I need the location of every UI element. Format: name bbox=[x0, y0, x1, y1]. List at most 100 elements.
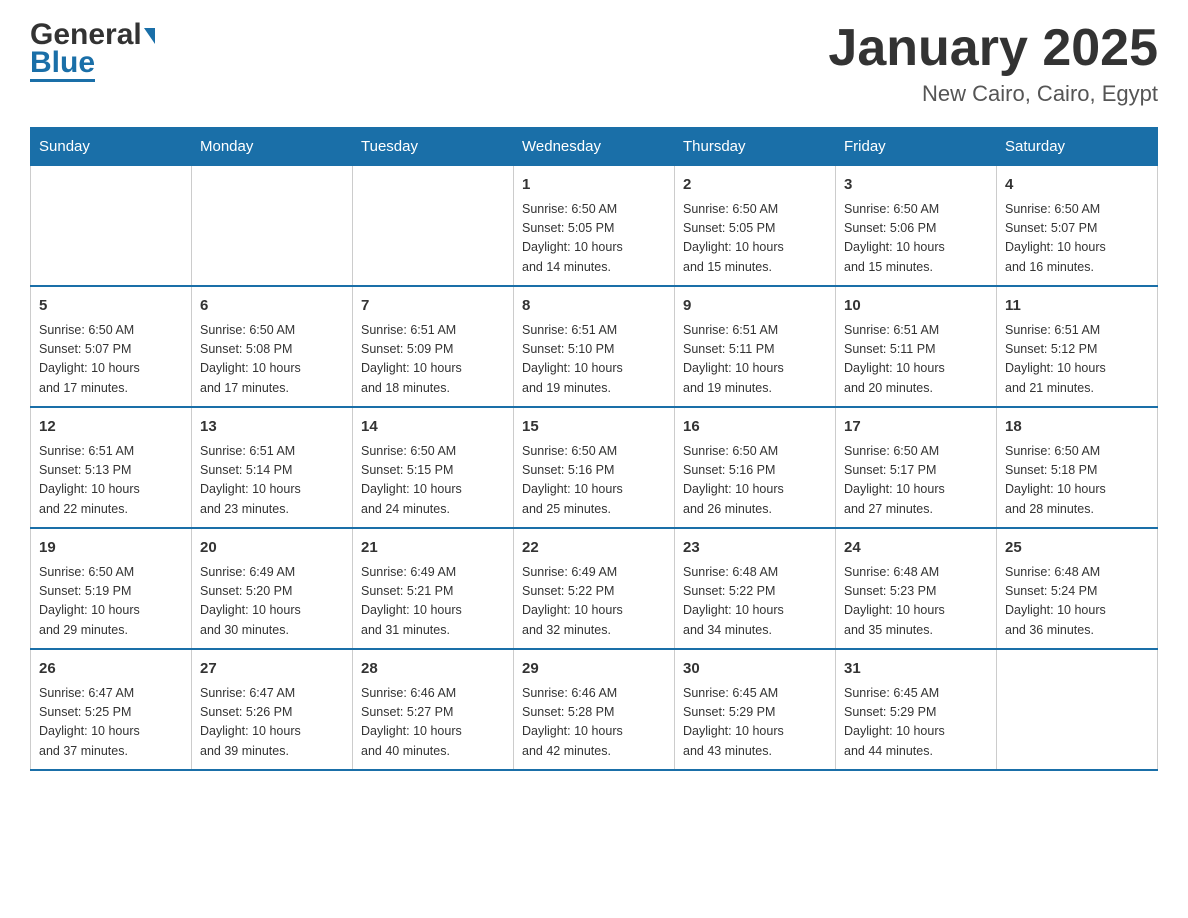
day-number: 29 bbox=[522, 658, 666, 681]
calendar-cell: 13 Sunrise: 6:51 AM Sunset: 5:14 PM Dayli… bbox=[192, 407, 353, 528]
week-row-5: 26 Sunrise: 6:47 AM Sunset: 5:25 PM Dayli… bbox=[31, 649, 1158, 770]
calendar-title: January 2025 bbox=[828, 20, 1158, 77]
day-number: 14 bbox=[361, 416, 505, 439]
day-info: Sunrise: 6:51 AM Sunset: 5:12 PM Dayligh… bbox=[1005, 321, 1149, 399]
day-number: 25 bbox=[1005, 537, 1149, 560]
day-of-week-sunday: Sunday bbox=[31, 128, 192, 166]
day-info: Sunrise: 6:50 AM Sunset: 5:19 PM Dayligh… bbox=[39, 563, 183, 641]
calendar-cell bbox=[353, 166, 514, 287]
day-info: Sunrise: 6:47 AM Sunset: 5:26 PM Dayligh… bbox=[200, 684, 344, 762]
day-number: 28 bbox=[361, 658, 505, 681]
calendar-cell: 6 Sunrise: 6:50 AM Sunset: 5:08 PM Daylig… bbox=[192, 286, 353, 407]
day-info: Sunrise: 6:50 AM Sunset: 5:15 PM Dayligh… bbox=[361, 442, 505, 520]
day-number: 30 bbox=[683, 658, 827, 681]
day-info: Sunrise: 6:50 AM Sunset: 5:17 PM Dayligh… bbox=[844, 442, 988, 520]
day-info: Sunrise: 6:51 AM Sunset: 5:13 PM Dayligh… bbox=[39, 442, 183, 520]
day-info: Sunrise: 6:49 AM Sunset: 5:22 PM Dayligh… bbox=[522, 563, 666, 641]
day-number: 31 bbox=[844, 658, 988, 681]
day-number: 26 bbox=[39, 658, 183, 681]
title-block: January 2025 New Cairo, Cairo, Egypt bbox=[828, 20, 1158, 107]
calendar-cell: 15 Sunrise: 6:50 AM Sunset: 5:16 PM Dayli… bbox=[514, 407, 675, 528]
day-number: 21 bbox=[361, 537, 505, 560]
day-number: 6 bbox=[200, 295, 344, 318]
day-info: Sunrise: 6:51 AM Sunset: 5:11 PM Dayligh… bbox=[683, 321, 827, 399]
week-row-4: 19 Sunrise: 6:50 AM Sunset: 5:19 PM Dayli… bbox=[31, 528, 1158, 649]
calendar-cell: 7 Sunrise: 6:51 AM Sunset: 5:09 PM Daylig… bbox=[353, 286, 514, 407]
day-number: 8 bbox=[522, 295, 666, 318]
day-info: Sunrise: 6:45 AM Sunset: 5:29 PM Dayligh… bbox=[683, 684, 827, 762]
week-row-2: 5 Sunrise: 6:50 AM Sunset: 5:07 PM Daylig… bbox=[31, 286, 1158, 407]
calendar-cell: 26 Sunrise: 6:47 AM Sunset: 5:25 PM Dayli… bbox=[31, 649, 192, 770]
day-number: 27 bbox=[200, 658, 344, 681]
day-number: 1 bbox=[522, 174, 666, 197]
day-number: 10 bbox=[844, 295, 988, 318]
day-number: 17 bbox=[844, 416, 988, 439]
day-info: Sunrise: 6:51 AM Sunset: 5:14 PM Dayligh… bbox=[200, 442, 344, 520]
calendar-cell: 3Sunrise: 6:50 AM Sunset: 5:06 PM Daylig… bbox=[836, 166, 997, 287]
day-number: 4 bbox=[1005, 174, 1149, 197]
calendar-cell: 8 Sunrise: 6:51 AM Sunset: 5:10 PM Daylig… bbox=[514, 286, 675, 407]
day-info: Sunrise: 6:48 AM Sunset: 5:24 PM Dayligh… bbox=[1005, 563, 1149, 641]
day-number: 22 bbox=[522, 537, 666, 560]
day-info: Sunrise: 6:50 AM Sunset: 5:16 PM Dayligh… bbox=[683, 442, 827, 520]
day-of-week-thursday: Thursday bbox=[675, 128, 836, 166]
day-info: Sunrise: 6:49 AM Sunset: 5:20 PM Dayligh… bbox=[200, 563, 344, 641]
calendar-cell: 23 Sunrise: 6:48 AM Sunset: 5:22 PM Dayli… bbox=[675, 528, 836, 649]
day-info: Sunrise: 6:46 AM Sunset: 5:28 PM Dayligh… bbox=[522, 684, 666, 762]
calendar-cell bbox=[31, 166, 192, 287]
week-row-1: 1Sunrise: 6:50 AM Sunset: 5:05 PM Daylig… bbox=[31, 166, 1158, 287]
calendar-cell: 27 Sunrise: 6:47 AM Sunset: 5:26 PM Dayli… bbox=[192, 649, 353, 770]
day-of-week-friday: Friday bbox=[836, 128, 997, 166]
calendar-subtitle: New Cairo, Cairo, Egypt bbox=[828, 81, 1158, 107]
calendar-cell: 12 Sunrise: 6:51 AM Sunset: 5:13 PM Dayli… bbox=[31, 407, 192, 528]
day-number: 7 bbox=[361, 295, 505, 318]
day-number: 18 bbox=[1005, 416, 1149, 439]
day-number: 24 bbox=[844, 537, 988, 560]
day-number: 23 bbox=[683, 537, 827, 560]
logo-triangle-icon bbox=[144, 28, 155, 44]
calendar-header: SundayMondayTuesdayWednesdayThursdayFrid… bbox=[31, 128, 1158, 166]
calendar-cell: 14 Sunrise: 6:50 AM Sunset: 5:15 PM Dayli… bbox=[353, 407, 514, 528]
calendar-cell: 16 Sunrise: 6:50 AM Sunset: 5:16 PM Dayli… bbox=[675, 407, 836, 528]
calendar-cell: 9 Sunrise: 6:51 AM Sunset: 5:11 PM Daylig… bbox=[675, 286, 836, 407]
day-number: 16 bbox=[683, 416, 827, 439]
day-info: Sunrise: 6:50 AM Sunset: 5:16 PM Dayligh… bbox=[522, 442, 666, 520]
day-info: Sunrise: 6:51 AM Sunset: 5:10 PM Dayligh… bbox=[522, 321, 666, 399]
day-info: Sunrise: 6:50 AM Sunset: 5:07 PM Dayligh… bbox=[39, 321, 183, 399]
calendar-cell: 11Sunrise: 6:51 AM Sunset: 5:12 PM Dayli… bbox=[997, 286, 1158, 407]
day-info: Sunrise: 6:50 AM Sunset: 5:06 PM Dayligh… bbox=[844, 200, 988, 278]
day-info: Sunrise: 6:50 AM Sunset: 5:07 PM Dayligh… bbox=[1005, 200, 1149, 278]
day-info: Sunrise: 6:48 AM Sunset: 5:22 PM Dayligh… bbox=[683, 563, 827, 641]
calendar-cell bbox=[192, 166, 353, 287]
day-number: 12 bbox=[39, 416, 183, 439]
calendar-cell: 4 Sunrise: 6:50 AM Sunset: 5:07 PM Daylig… bbox=[997, 166, 1158, 287]
calendar-cell: 31 Sunrise: 6:45 AM Sunset: 5:29 PM Dayli… bbox=[836, 649, 997, 770]
calendar-cell: 10Sunrise: 6:51 AM Sunset: 5:11 PM Dayli… bbox=[836, 286, 997, 407]
day-info: Sunrise: 6:45 AM Sunset: 5:29 PM Dayligh… bbox=[844, 684, 988, 762]
day-of-week-monday: Monday bbox=[192, 128, 353, 166]
calendar-cell: 1Sunrise: 6:50 AM Sunset: 5:05 PM Daylig… bbox=[514, 166, 675, 287]
calendar-cell: 21Sunrise: 6:49 AM Sunset: 5:21 PM Dayli… bbox=[353, 528, 514, 649]
calendar-cell: 19 Sunrise: 6:50 AM Sunset: 5:19 PM Dayli… bbox=[31, 528, 192, 649]
day-info: Sunrise: 6:47 AM Sunset: 5:25 PM Dayligh… bbox=[39, 684, 183, 762]
day-info: Sunrise: 6:50 AM Sunset: 5:18 PM Dayligh… bbox=[1005, 442, 1149, 520]
day-info: Sunrise: 6:48 AM Sunset: 5:23 PM Dayligh… bbox=[844, 563, 988, 641]
day-info: Sunrise: 6:50 AM Sunset: 5:08 PM Dayligh… bbox=[200, 321, 344, 399]
week-row-3: 12 Sunrise: 6:51 AM Sunset: 5:13 PM Dayli… bbox=[31, 407, 1158, 528]
day-number: 5 bbox=[39, 295, 183, 318]
logo-underline bbox=[30, 79, 95, 82]
day-number: 9 bbox=[683, 295, 827, 318]
day-number: 19 bbox=[39, 537, 183, 560]
day-number: 15 bbox=[522, 416, 666, 439]
day-of-week-tuesday: Tuesday bbox=[353, 128, 514, 166]
day-number: 13 bbox=[200, 416, 344, 439]
calendar-cell: 22 Sunrise: 6:49 AM Sunset: 5:22 PM Dayli… bbox=[514, 528, 675, 649]
calendar-cell: 28 Sunrise: 6:46 AM Sunset: 5:27 PM Dayli… bbox=[353, 649, 514, 770]
calendar-cell: 5 Sunrise: 6:50 AM Sunset: 5:07 PM Daylig… bbox=[31, 286, 192, 407]
day-info: Sunrise: 6:51 AM Sunset: 5:09 PM Dayligh… bbox=[361, 321, 505, 399]
calendar-cell: 17 Sunrise: 6:50 AM Sunset: 5:17 PM Dayli… bbox=[836, 407, 997, 528]
day-info: Sunrise: 6:46 AM Sunset: 5:27 PM Dayligh… bbox=[361, 684, 505, 762]
day-number: 20 bbox=[200, 537, 344, 560]
day-of-week-wednesday: Wednesday bbox=[514, 128, 675, 166]
calendar-cell: 25 Sunrise: 6:48 AM Sunset: 5:24 PM Dayli… bbox=[997, 528, 1158, 649]
